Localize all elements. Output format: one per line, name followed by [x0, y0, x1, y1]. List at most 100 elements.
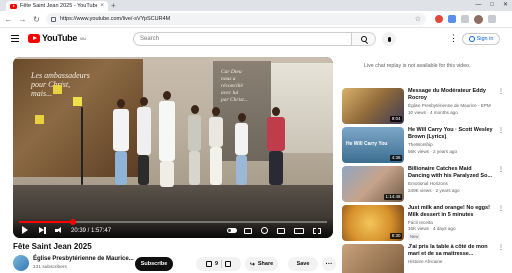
hamburger-menu-icon[interactable]	[11, 35, 19, 42]
reload-button[interactable]: ↻	[32, 15, 41, 24]
address-bar: ← → ↻ https://www.youtube.com/live/-sVYp…	[0, 11, 512, 28]
recommended-channel[interactable]: Fácil receita	[408, 220, 496, 225]
video-player[interactable]: Les ambassadeurs pour Christ, mais... Ca…	[13, 57, 333, 238]
subscriber-count: 131 subscribers	[33, 265, 67, 270]
time-display: 20:39 / 1:57:47	[71, 228, 112, 234]
video-duration: 8:30	[390, 233, 402, 239]
play-icon	[22, 226, 28, 234]
browser-menu-icon[interactable]	[488, 15, 496, 23]
recommended-video[interactable]: He Will Carry You 4:38 He Will Carry You…	[342, 127, 504, 165]
url-text: https://www.youtube.com/live/-sVYpSCUR4M	[60, 16, 171, 22]
video-duration: 4:38	[390, 155, 402, 161]
new-tab-button[interactable]: +	[111, 1, 116, 10]
forward-button[interactable]: →	[18, 15, 27, 24]
profile-avatar[interactable]	[474, 14, 483, 24]
share-button[interactable]: ↪ Share	[245, 257, 278, 271]
play-button[interactable]	[22, 226, 28, 234]
recommended-meta: 15K views · 4 days ago	[408, 226, 456, 231]
recommended-video[interactable]: 8:30 Just milk and orange! No eggs! Milk…	[342, 205, 504, 243]
extension-puzzle-icon[interactable]	[461, 15, 469, 23]
voice-search-button[interactable]	[382, 32, 396, 46]
search-button[interactable]	[352, 32, 376, 46]
recommended-channel[interactable]: Emotional Horizons	[408, 181, 496, 186]
captions-button[interactable]	[244, 228, 252, 234]
more-options-icon[interactable]: ⋮	[498, 205, 504, 212]
recommended-title[interactable]: Just milk and orange! No eggs! Milk dess…	[408, 205, 494, 219]
video-thumbnail[interactable]: He Will Carry You 4:38	[342, 127, 404, 163]
recommended-title[interactable]: Message du Modérateur Eddy Rocroy	[408, 88, 494, 102]
new-badge: New	[408, 233, 421, 240]
recommended-title[interactable]: J'ai pris la table à côté de mon mari et…	[408, 244, 494, 258]
channel-name[interactable]: Église Presbytérienne de Maurice...	[33, 256, 134, 262]
more-options-icon[interactable]: ⋮	[498, 166, 504, 173]
close-window-button[interactable]: ✕	[503, 0, 508, 10]
settings-button[interactable]	[261, 227, 268, 234]
video-frame: Les ambassadeurs pour Christ, mais... Ca…	[13, 57, 333, 238]
bookmark-star-icon[interactable]: ☆	[415, 15, 421, 23]
recommended-title[interactable]: Billionaire Catches Maid Dancing with hi…	[408, 166, 494, 180]
microphone-icon	[387, 36, 391, 42]
player-controls: 20:39 / 1:57:47	[13, 218, 333, 238]
video-thumbnail[interactable]: 8:30	[342, 205, 404, 241]
video-duration: 9:04	[390, 116, 402, 122]
channel-avatar[interactable]	[13, 255, 29, 271]
next-button[interactable]	[39, 227, 46, 234]
more-options-icon[interactable]: ⋮	[498, 127, 504, 134]
back-button[interactable]: ←	[4, 15, 13, 24]
recommended-channel[interactable]: TheWorship	[408, 142, 496, 147]
theater-icon	[294, 228, 304, 234]
like-count[interactable]: 9	[215, 261, 218, 267]
settings-menu-icon[interactable]: ⋮	[449, 33, 458, 43]
video-thumbnail[interactable]	[342, 244, 404, 273]
url-input[interactable]: https://www.youtube.com/live/-sVYpSCUR4M…	[46, 13, 426, 25]
mute-button[interactable]	[55, 227, 64, 234]
share-label: Share	[257, 261, 274, 267]
next-icon	[39, 227, 46, 234]
youtube-logo[interactable]: YouTube MU	[28, 33, 86, 43]
recommended-video[interactable]: 1:14:48 Billionaire Catches Maid Dancing…	[342, 166, 504, 204]
minimize-button[interactable]: —	[475, 0, 481, 10]
video-duration: 1:14:48	[383, 194, 402, 200]
recommended-title[interactable]: He Will Carry You · Scott Wesley Brown (…	[408, 127, 494, 141]
youtube-header: YouTube MU Search ⋮ Sign in	[0, 28, 512, 50]
more-options-icon[interactable]: ⋮	[498, 88, 504, 95]
subscribe-button[interactable]: Subscribe	[135, 257, 173, 271]
account-icon	[468, 36, 475, 42]
like-icon[interactable]	[205, 261, 212, 267]
recommended-channel[interactable]: Église Presbytérienne de Maurice - EPM	[408, 103, 496, 108]
youtube-favicon-icon	[10, 3, 17, 9]
progress-scrubber[interactable]	[69, 219, 76, 225]
video-thumbnail[interactable]: 1:14:48	[342, 166, 404, 202]
autoplay-toggle[interactable]	[227, 228, 237, 233]
sign-in-label: Sign in	[476, 36, 494, 42]
more-options-icon[interactable]: ⋮	[498, 244, 504, 251]
miniplayer-button[interactable]	[277, 228, 285, 234]
recommended-video[interactable]: J'ai pris la table à côté de mon mari et…	[342, 244, 504, 273]
dislike-icon[interactable]	[225, 261, 232, 267]
progress-bar[interactable]	[19, 219, 327, 225]
recommended-video[interactable]: 9:04 Message du Modérateur Eddy Rocroy É…	[342, 88, 504, 126]
theater-mode-button[interactable]	[294, 228, 304, 234]
search-input[interactable]: Search	[133, 32, 352, 46]
fullscreen-button[interactable]	[313, 228, 321, 234]
extension-icon[interactable]	[435, 15, 443, 23]
recommended-meta: 56K views · 2 years ago	[408, 149, 458, 154]
video-title: Fête Saint Jean 2025	[13, 242, 92, 251]
browser-tab[interactable]: Fête Saint Jean 2025 - YouTube ×	[6, 1, 108, 11]
extension-icon[interactable]	[448, 15, 456, 23]
save-button[interactable]: Save	[288, 257, 318, 271]
share-icon: ↪	[249, 261, 255, 268]
site-info-icon[interactable]	[51, 16, 56, 22]
logo-region: MU	[80, 35, 87, 41]
autoplay-toggle-icon	[227, 228, 237, 233]
sign-in-button[interactable]: Sign in	[462, 33, 500, 45]
more-actions-button[interactable]: ···	[322, 257, 336, 271]
maximize-button[interactable]: □	[490, 0, 494, 10]
tab-close-icon[interactable]: ×	[100, 3, 104, 9]
recommended-channel[interactable]: Histoire Africaine	[408, 259, 496, 264]
miniplayer-icon	[277, 228, 285, 234]
extension-toolbar	[435, 14, 496, 24]
youtube-play-logo-icon	[28, 33, 40, 43]
video-thumbnail[interactable]: 9:04	[342, 88, 404, 124]
search-icon	[360, 36, 367, 42]
